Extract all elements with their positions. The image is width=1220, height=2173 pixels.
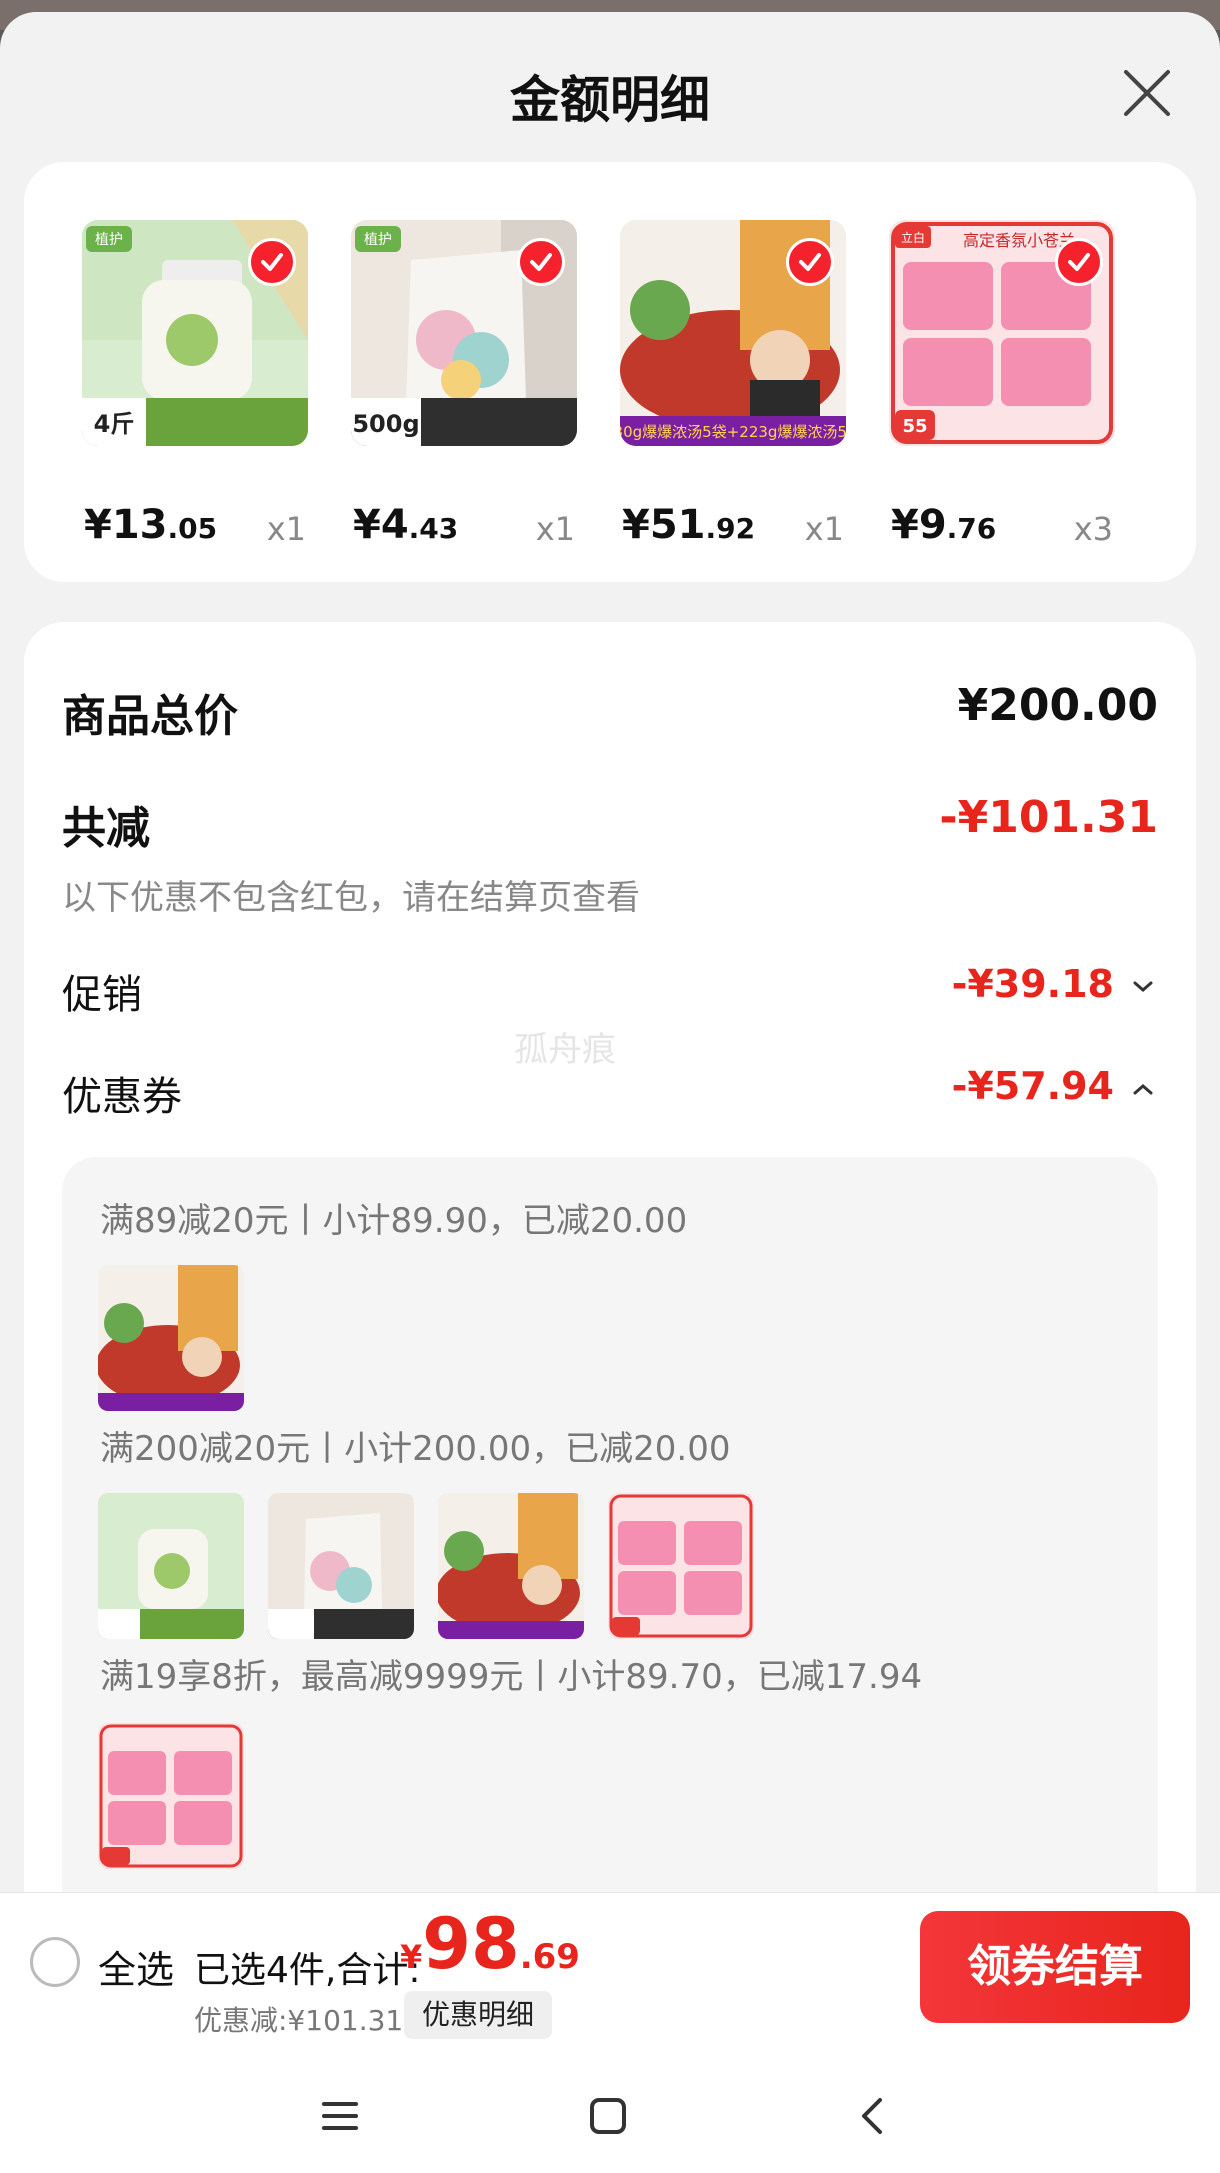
svg-text:4斤: 4斤: [94, 410, 135, 438]
product-quantity: x1: [804, 510, 844, 548]
amount-detail-sheet: 金额明细 植护 4斤 ¥13.05 x1 植护 500g ¥4.43 x1 0g…: [0, 12, 1220, 2173]
product-price-row: ¥51.92 x1: [620, 502, 846, 552]
promo-row[interactable]: 促销 -¥39.18: [62, 962, 1158, 1022]
total-reduce-row: 共减 -¥101.31: [62, 792, 1158, 854]
coupon-rule: 满19享8折，最高减9999元丨小计89.70，已减17.94: [100, 1657, 923, 1697]
reduce-note: 以下优惠不包含红包，请在结算页查看: [62, 878, 640, 918]
product-price: ¥9.76: [891, 502, 997, 548]
coupon-product-list: [98, 1723, 244, 1869]
chevron-down-icon[interactable]: [1128, 972, 1158, 1002]
svg-text:植护: 植护: [364, 232, 392, 248]
checkout-button[interactable]: 领券结算: [920, 1911, 1190, 2023]
menu-icon[interactable]: [310, 2086, 370, 2146]
selected-check-icon: [248, 238, 296, 286]
coupon-product-list: [98, 1493, 754, 1639]
total-reduce-label: 共减: [62, 803, 150, 854]
home-icon[interactable]: [578, 2086, 638, 2146]
back-icon[interactable]: [844, 2086, 904, 2146]
total-price-value: ¥200.00: [957, 680, 1158, 731]
product-quantity: x1: [266, 510, 306, 548]
total-amount: ¥98.69: [400, 1903, 580, 1985]
svg-text:330g爆爆浓汤5袋+223g爆爆浓汤5袋: 330g爆爆浓汤5袋+223g爆爆浓汤5袋: [620, 423, 846, 441]
product-price: ¥4.43: [353, 502, 459, 548]
product-image: 植护 500g: [351, 220, 577, 446]
select-all-radio[interactable]: [30, 1937, 80, 1987]
coupon-row[interactable]: 优惠券 -¥57.94: [62, 1064, 1158, 1124]
svg-text:植护: 植护: [95, 232, 123, 248]
product-image: 植护 4斤: [82, 220, 308, 446]
coupon-product-image: [98, 1265, 244, 1411]
total-reduce-value: -¥101.31: [939, 792, 1158, 843]
product-price-row: ¥13.05 x1: [82, 502, 308, 552]
product-price: ¥13.05: [84, 502, 218, 548]
coupon-label: 优惠券: [62, 1074, 182, 1120]
product-item[interactable]: 330g爆爆浓汤5袋+223g爆爆浓汤5袋 ¥51.92 x1: [620, 220, 846, 548]
discount-detail-button[interactable]: 优惠明细: [404, 1991, 553, 2039]
selected-count-text: 已选4件,合计:: [194, 1950, 421, 1991]
discount-amount: 优惠减:¥101.31: [194, 2004, 404, 2037]
checkout-bar: 全选 已选4件,合计: ¥98.69 优惠减:¥101.31 优惠明细 领券结算: [0, 1892, 1220, 2044]
coupon-product-image: [98, 1493, 244, 1639]
selected-check-icon: [786, 238, 834, 286]
product-quantity: x1: [535, 510, 575, 548]
coupon-rule: 满200减20元丨小计200.00，已减20.00: [100, 1429, 731, 1469]
chevron-up-icon[interactable]: [1128, 1074, 1158, 1104]
coupon-product-image: [98, 1723, 244, 1869]
product-quantity: x3: [1073, 510, 1113, 548]
product-item[interactable]: 植护 500g ¥4.43 x1: [351, 220, 577, 548]
product-item[interactable]: 植护 4斤 ¥13.05 x1: [82, 220, 308, 548]
sheet-title: 金额明细: [510, 71, 710, 129]
promo-label: 促销: [62, 972, 142, 1018]
product-image: 330g爆爆浓汤5袋+223g爆爆浓汤5袋: [620, 220, 846, 446]
selected-check-icon: [1055, 238, 1103, 286]
close-icon: [1124, 70, 1170, 116]
svg-text:立白: 立白: [901, 230, 925, 245]
coupon-product-image: [268, 1493, 414, 1639]
selected-products-card: 植护 4斤 ¥13.05 x1 植护 500g ¥4.43 x1 0g爆爆浓汤5…: [24, 162, 1196, 582]
total-price-row: 商品总价 ¥200.00: [62, 680, 1158, 742]
selected-check-icon: [517, 238, 565, 286]
coupon-rule: 满89减20元丨小计89.90，已减20.00: [100, 1201, 688, 1241]
sheet-header: 金额明细: [0, 12, 1220, 162]
svg-text:500g: 500g: [352, 410, 419, 438]
total-price-label: 商品总价: [62, 691, 238, 742]
product-price-row: ¥4.43 x1: [351, 502, 577, 552]
coupon-product-image: [438, 1493, 584, 1639]
watermark-text: 孤舟痕: [514, 1030, 616, 1070]
product-price-row: ¥9.76 x3: [889, 502, 1115, 552]
close-button[interactable]: [1114, 60, 1180, 126]
system-nav-bar: [0, 2044, 1220, 2173]
svg-text:高定香氛小苍兰: 高定香氛小苍兰: [963, 231, 1075, 250]
product-image: 立白 高定香氛小苍兰 55: [889, 220, 1115, 446]
coupon-product-list: [98, 1265, 244, 1411]
product-item[interactable]: 立白 高定香氛小苍兰 55 ¥9.76 x3: [889, 220, 1115, 548]
product-price: ¥51.92: [622, 502, 756, 548]
svg-text:55: 55: [902, 416, 927, 437]
select-all-label[interactable]: 全选: [98, 1939, 174, 1994]
coupon-product-image: [608, 1493, 754, 1639]
